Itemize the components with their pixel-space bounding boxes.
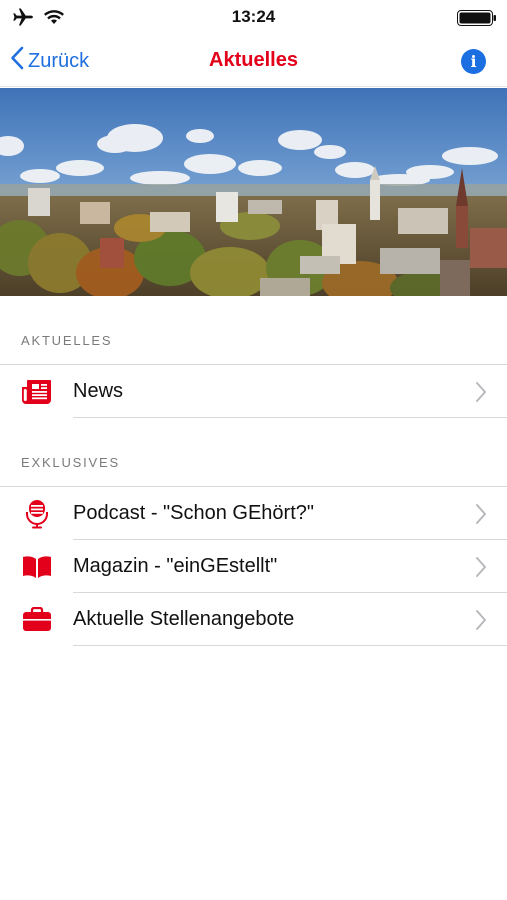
navigation-bar: Zurück Aktuelles i [0,36,507,87]
chevron-right-icon [475,609,487,636]
status-time: 13:24 [231,7,276,26]
chevron-right-icon [475,381,487,408]
page-title: Aktuelles [209,49,298,71]
list-item-podcast[interactable]: Podcast - "Schon GEhört?" [0,487,507,540]
list-item-stellenangebote[interactable]: Aktuelle Stellenangebote [0,593,507,646]
battery-icon [457,10,497,31]
status-bar: 13:24 [0,0,507,36]
list-item-label: Podcast - "Schon GEhört?" [73,502,314,524]
divider [73,645,507,646]
chevron-right-icon [475,503,487,530]
city-panorama-image [0,88,507,296]
section-header-exklusives: EXKLUSIVES [21,455,120,470]
microphone-icon [22,500,52,529]
info-button[interactable]: i [461,49,486,74]
list-item-label: Aktuelle Stellenangebote [73,608,295,630]
list-item-news[interactable]: News [0,365,507,418]
newspaper-icon [22,378,52,406]
info-icon: i [470,52,477,71]
divider [73,417,507,418]
briefcase-icon [22,606,52,634]
open-book-icon [22,553,52,581]
list-aktuelles: News [0,364,507,418]
list-exklusives: Podcast - "Schon GEhört?" Magazin - "ein… [0,486,507,646]
chevron-right-icon [475,556,487,583]
list-item-label: News [73,380,124,402]
section-header-aktuelles: AKTUELLES [21,333,113,348]
list-item-magazin[interactable]: Magazin - "einGEstellt" [0,540,507,593]
list-item-label: Magazin - "einGEstellt" [73,555,278,577]
